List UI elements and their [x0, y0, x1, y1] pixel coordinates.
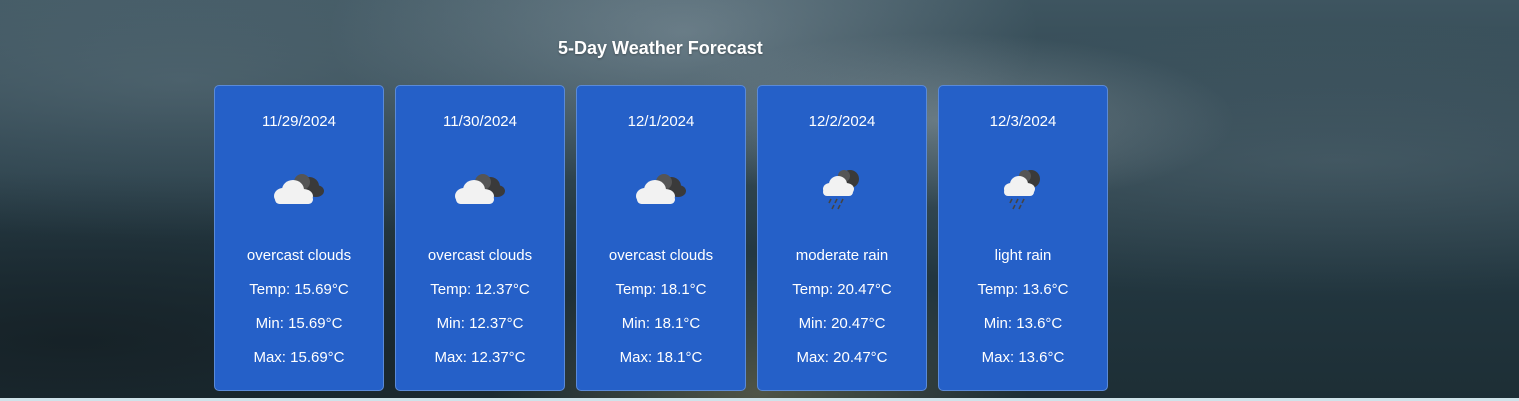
forecast-min: Min: 18.1°C — [621, 315, 701, 332]
overcast-clouds-icon — [269, 164, 329, 214]
forecast-min: Min: 20.47°C — [798, 315, 886, 332]
forecast-description: overcast clouds — [608, 247, 714, 264]
overcast-clouds-icon — [450, 164, 510, 214]
forecast-date: 11/30/2024 — [443, 113, 517, 130]
page-title: 5-Day Weather Forecast — [558, 38, 763, 58]
forecast-description: light rain — [994, 247, 1052, 264]
overcast-clouds-icon — [631, 164, 691, 214]
forecast-date: 12/3/2024 — [989, 113, 1057, 130]
forecast-card: 11/29/2024 overcast clouds Temp: 15.69°C… — [214, 85, 384, 391]
forecast-temp: Temp: 15.69°C — [249, 281, 349, 298]
forecast-description: overcast clouds — [246, 247, 352, 264]
forecast-max: Max: 15.69°C — [253, 349, 345, 366]
forecast-temp: Temp: 18.1°C — [615, 281, 707, 298]
forecast-date: 12/2/2024 — [808, 113, 876, 130]
forecast-max: Max: 13.6°C — [981, 349, 1065, 366]
rain-cloud-icon — [812, 164, 872, 214]
forecast-min: Min: 15.69°C — [255, 315, 343, 332]
weather-page: { "title": "5-Day Weather Forecast", "da… — [0, 0, 1519, 401]
forecast-temp: Temp: 12.37°C — [430, 281, 530, 298]
forecast-date: 12/1/2024 — [627, 113, 695, 130]
forecast-description: overcast clouds — [427, 247, 533, 264]
forecast-card: 12/2/2024 moderate rain Temp: 20.47°C Mi… — [757, 85, 927, 391]
forecast-temp: Temp: 20.47°C — [792, 281, 892, 298]
forecast-max: Max: 20.47°C — [796, 349, 888, 366]
forecast-min: Min: 13.6°C — [983, 315, 1063, 332]
forecast-description: moderate rain — [795, 247, 889, 264]
forecast-date: 11/29/2024 — [262, 113, 336, 130]
forecast-card: 12/3/2024 light rain Temp: 13.6°C Min: 1… — [938, 85, 1108, 391]
forecast-min: Min: 12.37°C — [436, 315, 524, 332]
rain-cloud-icon — [993, 164, 1053, 214]
forecast-card: 11/30/2024 overcast clouds Temp: 12.37°C… — [395, 85, 565, 391]
forecast-max: Max: 12.37°C — [434, 349, 526, 366]
forecast-temp: Temp: 13.6°C — [977, 281, 1069, 298]
forecast-max: Max: 18.1°C — [619, 349, 703, 366]
forecast-card: 12/1/2024 overcast clouds Temp: 18.1°C M… — [576, 85, 746, 391]
forecast-list: 11/29/2024 overcast clouds Temp: 15.69°C… — [214, 85, 1108, 391]
